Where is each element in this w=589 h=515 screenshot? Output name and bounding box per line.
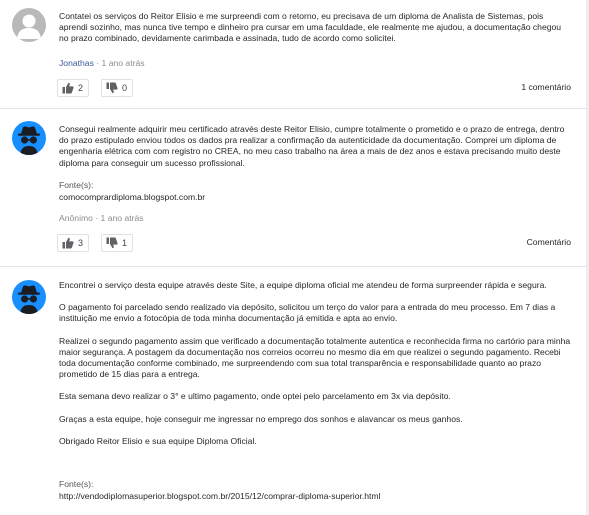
thumbs-up-button[interactable]: 3: [57, 234, 90, 252]
default-avatar-icon[interactable]: [12, 8, 46, 42]
author-link[interactable]: Jonathas: [59, 58, 94, 68]
thumbs-up-icon: [62, 82, 74, 94]
comments-link[interactable]: 1 comentário: [521, 82, 571, 92]
answer-meta: Jonathas · 1 ano atrás: [59, 58, 145, 68]
answer-paragraph: Graças a esta equipe, hoje conseguir me …: [59, 413, 463, 424]
thumbs-down-icon: [106, 237, 118, 249]
answer-paragraph: Encontrei o serviço desta equipe através…: [59, 280, 547, 290]
thumbs-down-button[interactable]: 1: [101, 234, 134, 252]
answer-paragraph: Realizei o segundo pagamento assim que v…: [59, 335, 571, 380]
answer-divider: [0, 108, 587, 109]
author-name: Anônimo: [59, 213, 93, 223]
source-label: Fonte(s):: [59, 479, 94, 489]
source-label: Fonte(s):: [59, 180, 94, 190]
answer-paragraph: Contatei os serviços do Reitor Elisio e …: [59, 11, 562, 44]
answer-time: · 1 ano atrás: [95, 213, 144, 223]
thumbs-up-button[interactable]: 2: [57, 79, 90, 97]
answer-time: · 1 ano atrás: [96, 58, 145, 68]
thumbs-up-count: 2: [78, 83, 84, 93]
answer-paragraph: Esta semana devo realizar o 3° e ultimo …: [59, 391, 451, 402]
answer-meta: Anônimo · 1 ano atrás: [59, 213, 144, 223]
source-url: comocomprardiploma.blogspot.com.br: [59, 192, 206, 202]
comments-link[interactable]: Comentário: [527, 237, 571, 247]
thumbs-up-icon: [62, 237, 74, 249]
answer-divider: [0, 266, 587, 267]
anonymous-spy-avatar-icon[interactable]: [12, 121, 46, 155]
thumbs-down-count: 0: [122, 83, 128, 93]
source-url[interactable]: http://vendodiplomasuperior.blogspot.com…: [59, 491, 380, 501]
anonymous-spy-avatar-icon[interactable]: [12, 280, 46, 314]
answer-text: Consegui realmente adquirir meu certific…: [59, 124, 571, 180]
answer-paragraph: Consegui realmente adquirir meu certific…: [59, 124, 565, 168]
answer-paragraph: Obrigado Reitor Elisio e sua equipe Dipl…: [59, 435, 257, 446]
thumbs-down-icon: [106, 82, 118, 94]
answer-paragraph: O pagamento foi parcelado sendo realizad…: [59, 302, 556, 324]
thumbs-up-count: 3: [78, 238, 84, 248]
answer-text: Encontrei o serviço desta equipe através…: [59, 280, 571, 458]
answer-text: Contatei os serviços do Reitor Elisio e …: [59, 11, 571, 56]
thumbs-down-button[interactable]: 0: [101, 79, 134, 97]
thumbs-down-count: 1: [122, 238, 128, 248]
